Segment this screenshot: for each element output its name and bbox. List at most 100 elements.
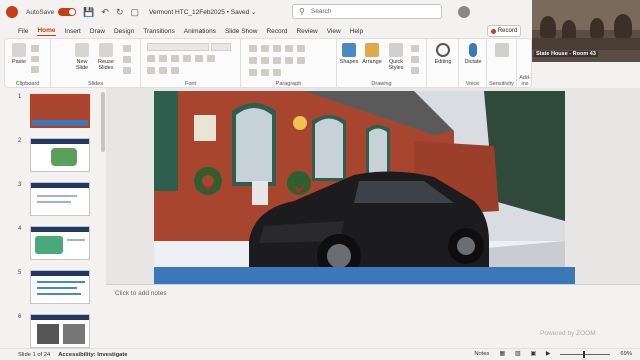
align-center-icon[interactable]	[261, 57, 269, 64]
thumbnail-number: 6	[18, 314, 22, 320]
autosave-toggle[interactable]	[58, 8, 77, 16]
tab-home[interactable]: Home	[37, 27, 56, 36]
tab-design[interactable]: Design	[114, 28, 134, 35]
slide-thumbnail-2[interactable]	[30, 138, 90, 172]
indent-icon[interactable]	[273, 45, 281, 52]
search-placeholder: Search	[310, 8, 332, 15]
slide-main[interactable]	[154, 91, 565, 284]
align-right-icon[interactable]	[273, 57, 281, 64]
slide-thumbnail-1[interactable]	[30, 94, 90, 128]
zoom-slider[interactable]	[560, 350, 611, 358]
align-left-icon[interactable]	[249, 57, 257, 64]
search-input[interactable]: ⚲ Search	[292, 4, 442, 19]
video-feed: State House - Room 43	[532, 0, 640, 62]
charger	[252, 181, 268, 205]
dictate-label: Dictate	[464, 59, 482, 65]
zoom-level[interactable]: 69%	[620, 351, 632, 357]
editing-label: Editing	[434, 59, 452, 65]
shape-effects-icon[interactable]	[411, 67, 419, 74]
text-direction-icon[interactable]	[249, 69, 257, 76]
clear-format-icon[interactable]	[171, 67, 179, 74]
layout-icon[interactable]	[123, 45, 131, 52]
align-text-icon[interactable]	[261, 69, 269, 76]
redo-icon[interactable]: ↻	[116, 7, 124, 18]
record-button[interactable]: Record	[487, 25, 521, 37]
thumb-header	[31, 183, 89, 188]
tab-review[interactable]: Review	[296, 28, 317, 35]
tab-transitions[interactable]: Transitions	[143, 28, 175, 35]
slide-thumbnail-5[interactable]	[30, 270, 90, 304]
editing-button[interactable]: Editing	[433, 43, 453, 65]
slide-thumbnail-3[interactable]	[30, 182, 90, 216]
slideshow-view-icon[interactable]: ▶	[546, 351, 550, 357]
strikethrough-icon[interactable]	[183, 55, 191, 62]
tab-record[interactable]: Record	[266, 28, 287, 35]
normal-view-icon[interactable]: ▦	[499, 351, 504, 357]
sorter-view-icon[interactable]: ▧	[515, 351, 520, 357]
shape-fill-icon[interactable]	[411, 45, 419, 52]
slide-thumbnail-6[interactable]	[30, 314, 90, 348]
font-size-dropdown[interactable]	[211, 43, 231, 51]
slide-blue-band	[154, 267, 575, 284]
copy-icon[interactable]	[31, 55, 39, 63]
font-name-dropdown[interactable]	[147, 43, 209, 51]
line-spacing-icon[interactable]	[297, 45, 305, 52]
paste-button[interactable]: Paste	[11, 43, 27, 65]
tab-animations[interactable]: Animations	[184, 28, 216, 35]
thumbnail-scrollbar[interactable]	[101, 92, 105, 152]
outdent-icon[interactable]	[285, 45, 293, 52]
sensitivity-button[interactable]	[493, 43, 511, 59]
bold-icon[interactable]	[147, 55, 155, 62]
video-person	[540, 16, 556, 38]
notes-button[interactable]: Notes	[474, 351, 489, 357]
bullets-icon[interactable]	[249, 45, 257, 52]
thumb-header	[31, 227, 89, 232]
shape-outline-icon[interactable]	[411, 56, 419, 63]
thumb-line	[67, 239, 85, 241]
present-icon[interactable]: ▢	[131, 7, 140, 18]
save-icon[interactable]: 💾	[83, 7, 94, 18]
tab-slide-show[interactable]: Slide Show	[225, 28, 258, 35]
reading-view-icon[interactable]: ▣	[530, 351, 535, 357]
reuse-slides-button[interactable]: Reuse Slides	[97, 43, 115, 71]
numbering-icon[interactable]	[261, 45, 269, 52]
font-color-icon[interactable]	[159, 67, 167, 74]
dictate-button[interactable]: Dictate	[463, 43, 483, 65]
italic-icon[interactable]	[159, 55, 167, 62]
shapes-button[interactable]: Shapes	[339, 43, 359, 65]
tab-draw[interactable]: Draw	[90, 28, 105, 35]
tab-insert[interactable]: Insert	[65, 28, 81, 35]
reset-icon[interactable]	[123, 56, 131, 63]
case-icon[interactable]	[207, 55, 215, 62]
cut-icon[interactable]	[31, 45, 39, 52]
reuse-slides-label: Reuse Slides	[98, 59, 114, 71]
format-painter-icon[interactable]	[31, 66, 39, 74]
accessibility-status[interactable]: Accessibility: Investigate	[58, 352, 127, 358]
smartart-icon[interactable]	[273, 69, 281, 76]
justify-icon[interactable]	[285, 57, 293, 64]
video-person	[614, 14, 632, 38]
highlight-icon[interactable]	[147, 67, 155, 74]
paragraph-group: Paragraph	[241, 39, 337, 89]
tab-view[interactable]: View	[327, 28, 341, 35]
window	[236, 108, 272, 182]
slides-small-icons	[123, 45, 131, 75]
quick-styles-button[interactable]: Quick Styles	[385, 43, 407, 71]
section-icon[interactable]	[123, 67, 131, 74]
underline-icon[interactable]	[171, 55, 179, 62]
window	[369, 128, 387, 174]
car-rim	[327, 244, 351, 268]
spacing-icon[interactable]	[195, 55, 203, 62]
ribbon: Paste Clipboard New Slide Reuse Slides S…	[4, 38, 532, 89]
tab-file[interactable]: File	[18, 28, 28, 35]
columns-icon[interactable]	[297, 57, 305, 64]
new-slide-button[interactable]: New Slide	[73, 43, 91, 71]
notes-pane[interactable]: Click to add notes	[106, 284, 640, 348]
document-title[interactable]: Vermont HTC_12Feb2025 • Saved ⌄	[149, 8, 256, 16]
tab-help[interactable]: Help	[350, 28, 363, 35]
avatar[interactable]	[458, 6, 470, 18]
undo-icon[interactable]: ↶	[101, 7, 109, 18]
arrange-button[interactable]: Arrange	[361, 43, 383, 65]
slides-group: New Slide Reuse Slides Slides	[51, 39, 141, 89]
slide-thumbnail-4[interactable]	[30, 226, 90, 260]
